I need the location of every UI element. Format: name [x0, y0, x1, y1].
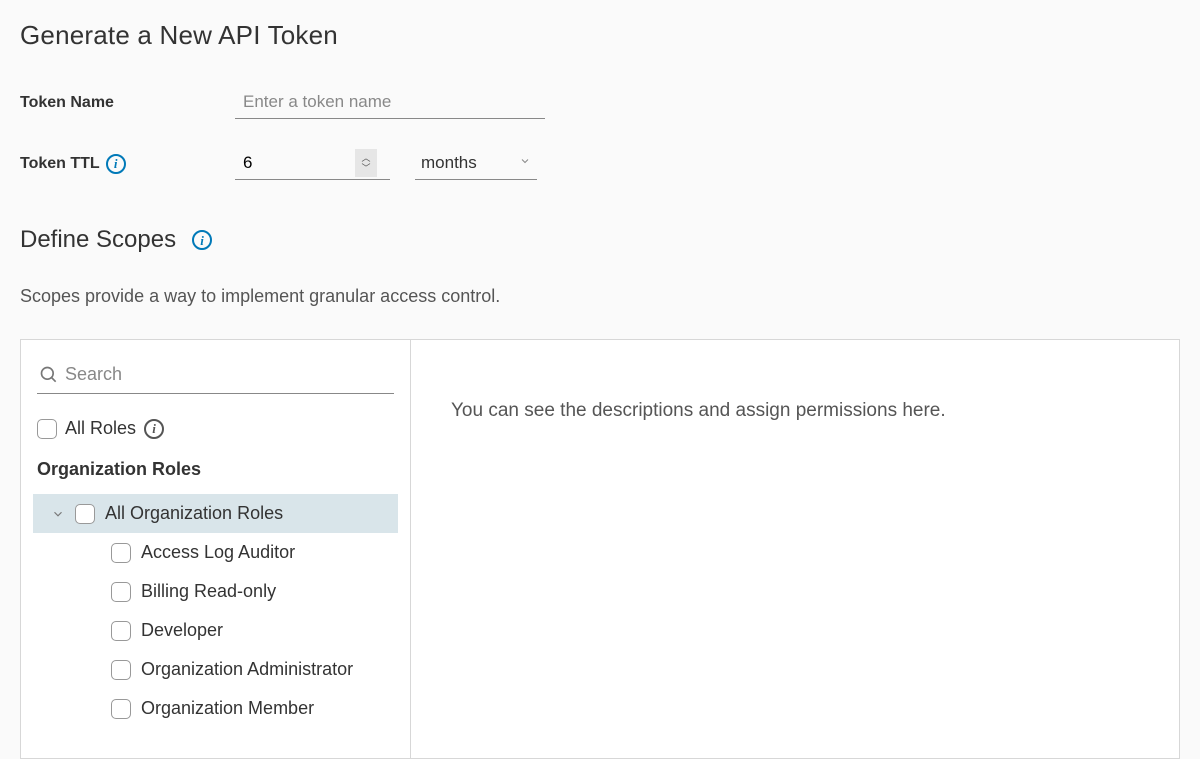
all-roles-label: All Roles [65, 418, 136, 439]
role-label: Developer [141, 620, 223, 641]
ttl-number-input[interactable] [235, 147, 355, 179]
all-org-roles-row[interactable]: All Organization Roles [33, 494, 398, 533]
token-name-label: Token Name [20, 94, 235, 112]
ttl-number-input-wrap: ︿ ﹀ [235, 147, 390, 180]
all-org-roles-checkbox[interactable] [75, 504, 95, 524]
role-label: Organization Member [141, 698, 314, 719]
scopes-left-panel: All Roles i Organization Roles All Organ… [21, 340, 411, 758]
define-scopes-header: Define Scopes i [20, 226, 1180, 254]
role-checkbox[interactable] [111, 543, 131, 563]
search-icon [39, 365, 59, 385]
search-input-wrap [37, 356, 394, 394]
all-roles-row[interactable]: All Roles i [33, 414, 398, 443]
token-name-input[interactable] [235, 86, 545, 119]
role-row-org-admin[interactable]: Organization Administrator [33, 650, 398, 689]
token-ttl-label: Token TTL i [20, 154, 235, 174]
scopes-panel: All Roles i Organization Roles All Organ… [20, 339, 1180, 759]
chevron-down-icon: ﹀ [361, 164, 370, 173]
define-scopes-title: Define Scopes [20, 226, 176, 254]
ttl-unit-select[interactable]: months [415, 147, 537, 180]
role-row-developer[interactable]: Developer [33, 611, 398, 650]
scopes-search-input[interactable] [59, 360, 392, 389]
role-checkbox[interactable] [111, 660, 131, 680]
scopes-right-text: You can see the descriptions and assign … [451, 400, 1139, 422]
role-checkbox[interactable] [111, 699, 131, 719]
info-icon[interactable]: i [106, 154, 126, 174]
chevron-up-icon: ︿ [361, 154, 370, 163]
all-org-roles-label: All Organization Roles [105, 503, 283, 524]
ttl-stepper[interactable]: ︿ ﹀ [355, 149, 377, 177]
role-row-billing-read-only[interactable]: Billing Read-only [33, 572, 398, 611]
role-label: Access Log Auditor [141, 542, 295, 563]
chevron-down-icon [519, 154, 531, 172]
role-label: Billing Read-only [141, 581, 276, 602]
role-checkbox[interactable] [111, 621, 131, 641]
all-roles-checkbox[interactable] [37, 419, 57, 439]
info-icon[interactable]: i [144, 419, 164, 439]
token-ttl-row: Token TTL i ︿ ﹀ months [20, 147, 1180, 180]
ttl-unit-label: months [421, 153, 477, 173]
token-ttl-label-text: Token TTL [20, 155, 100, 173]
role-row-org-member[interactable]: Organization Member [33, 689, 398, 728]
chevron-down-icon[interactable] [51, 507, 65, 521]
role-row-access-log-auditor[interactable]: Access Log Auditor [33, 533, 398, 572]
role-label: Organization Administrator [141, 659, 353, 680]
role-checkbox[interactable] [111, 582, 131, 602]
org-roles-header: Organization Roles [33, 455, 398, 484]
page-title: Generate a New API Token [20, 20, 1180, 51]
token-name-row: Token Name [20, 86, 1180, 119]
scopes-description: Scopes provide a way to implement granul… [20, 286, 1180, 307]
info-icon[interactable]: i [192, 230, 212, 250]
scopes-right-panel: You can see the descriptions and assign … [411, 340, 1179, 758]
